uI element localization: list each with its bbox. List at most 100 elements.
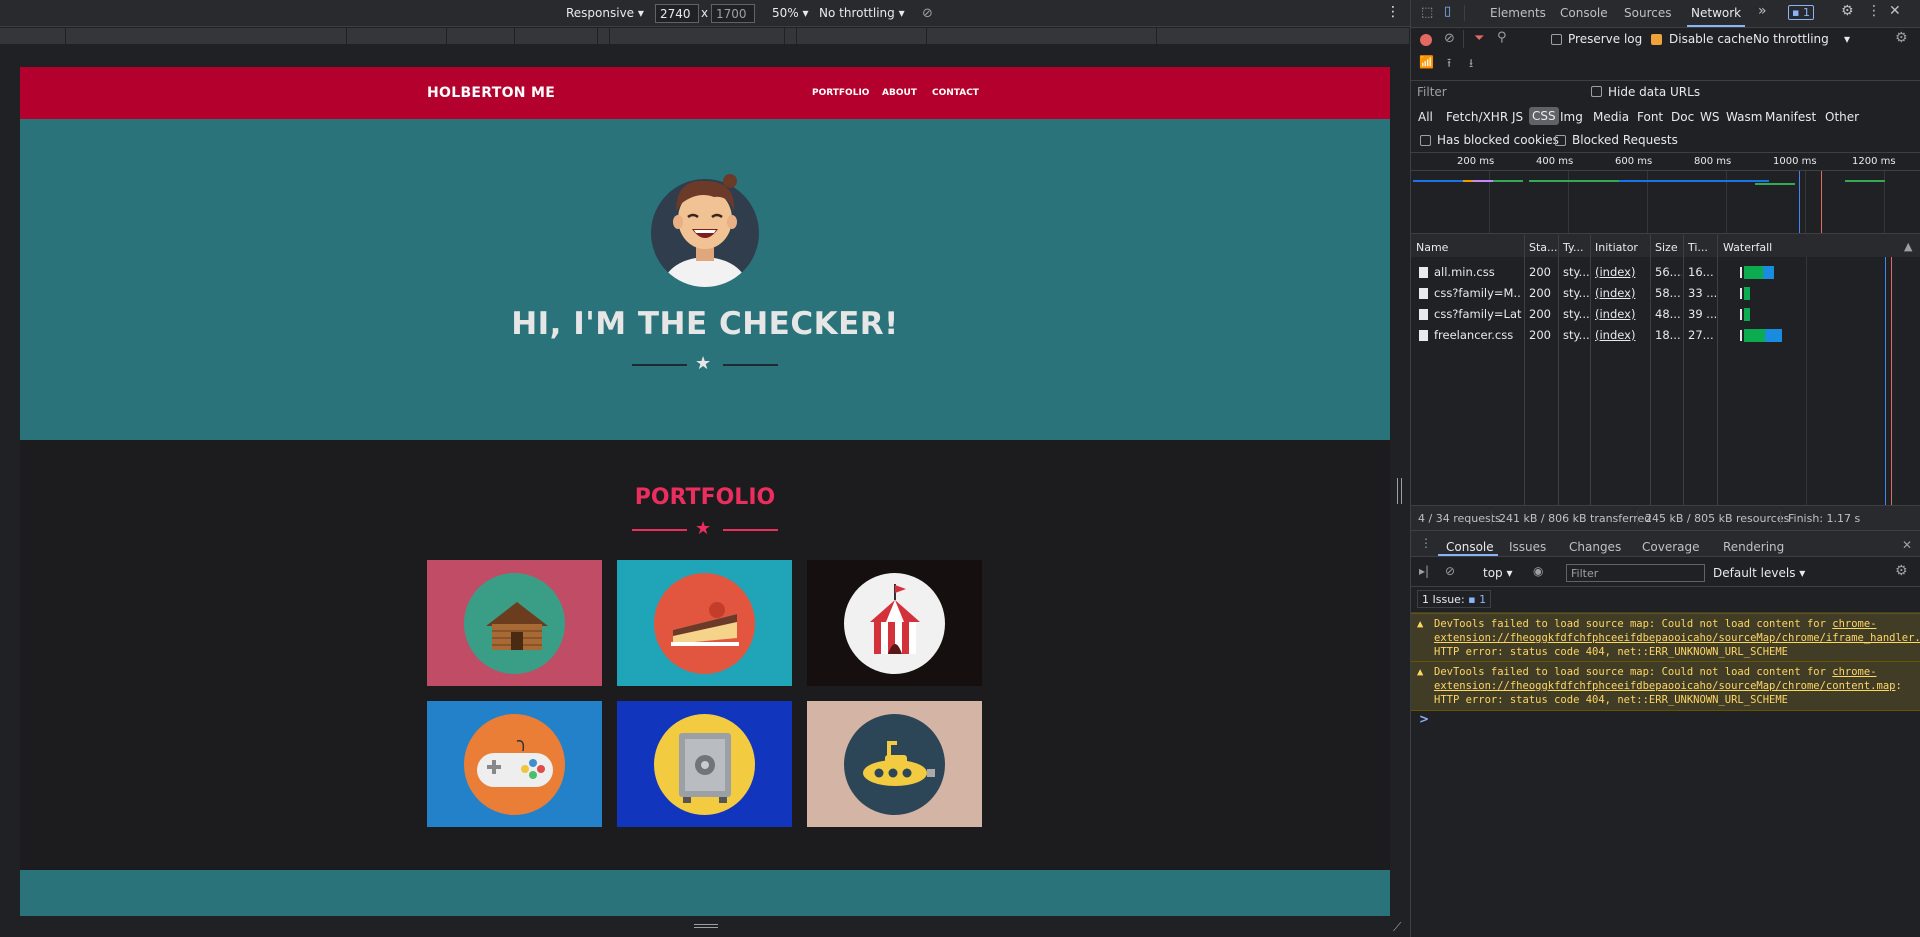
- hide-data-urls-checkbox[interactable]: [1591, 86, 1602, 97]
- console-settings-icon[interactable]: ⚙: [1895, 563, 1908, 579]
- close-drawer-icon[interactable]: ✕: [1902, 538, 1912, 552]
- network-filter-input[interactable]: Filter: [1412, 82, 1598, 102]
- type-font[interactable]: Font: [1637, 110, 1663, 124]
- console-warning: ▲ DevTools failed to load source map: Co…: [1411, 661, 1920, 711]
- waterfall-waiting-bar: [1743, 266, 1763, 279]
- device-toggle-icon[interactable]: ▯: [1444, 4, 1451, 19]
- col-type[interactable]: Ty...: [1563, 241, 1583, 254]
- more-options-icon[interactable]: ⋮: [1386, 4, 1400, 20]
- col-status[interactable]: Sta...: [1529, 241, 1558, 254]
- type-js[interactable]: JS: [1512, 110, 1523, 124]
- zoom-select[interactable]: 50% ▾: [772, 6, 809, 20]
- portfolio-item-cabin[interactable]: [427, 560, 602, 686]
- type-other[interactable]: Other: [1825, 110, 1859, 124]
- device-toolbar: Responsive ▾ x 50% ▾ No throttling ▾ ⊘ ⋮: [0, 0, 1410, 27]
- request-row[interactable]: css?family=M... 200 sty... (index) 58... 33 .…: [1411, 283, 1920, 304]
- request-row[interactable]: css?family=Lat... 200 sty... (index) 48... 39…: [1411, 304, 1920, 325]
- site-brand[interactable]: HOLBERTON ME: [427, 85, 555, 101]
- timeline-tick: 400 ms: [1536, 156, 1574, 167]
- drawer-menu-icon[interactable]: ⋮: [1420, 536, 1432, 550]
- sort-up-icon[interactable]: ▲: [1904, 240, 1912, 253]
- type-wasm[interactable]: Wasm: [1726, 110, 1762, 124]
- height-input[interactable]: [711, 4, 755, 23]
- type-ws[interactable]: WS: [1700, 110, 1719, 124]
- type-media[interactable]: Media: [1593, 110, 1629, 124]
- cell-status: 200: [1529, 286, 1551, 300]
- tab-sources[interactable]: Sources: [1624, 6, 1671, 20]
- tab-console[interactable]: Console: [1560, 6, 1608, 20]
- rotate-icon[interactable]: ⊘: [922, 6, 933, 21]
- blocked-requests-checkbox[interactable]: [1555, 135, 1566, 146]
- waterfall-queue-mark: [1739, 309, 1742, 320]
- drawer-tab-rendering[interactable]: Rendering: [1723, 540, 1784, 554]
- inspect-icon[interactable]: ⬚: [1421, 5, 1433, 20]
- nav-about[interactable]: ABOUT: [882, 88, 917, 98]
- drawer-tab-changes[interactable]: Changes: [1569, 540, 1621, 554]
- has-blocked-cookies-checkbox[interactable]: [1420, 135, 1431, 146]
- settings-icon[interactable]: ⚙: [1841, 3, 1854, 19]
- waterfall-queue-mark: [1739, 330, 1742, 341]
- col-waterfall[interactable]: Waterfall: [1723, 241, 1772, 254]
- type-fetch-xhr[interactable]: Fetch/XHR: [1446, 110, 1508, 124]
- issues-badge[interactable]: ▪ 1: [1788, 5, 1814, 20]
- context-select[interactable]: top ▾: [1483, 566, 1513, 580]
- more-tabs-icon[interactable]: »: [1758, 3, 1767, 19]
- nav-portfolio[interactable]: PORTFOLIO: [812, 88, 869, 98]
- cell-initiator[interactable]: (index): [1595, 307, 1649, 321]
- portfolio-item-circus[interactable]: [807, 560, 982, 686]
- tab-elements[interactable]: Elements: [1490, 6, 1546, 20]
- drawer-tab-console[interactable]: Console: [1446, 540, 1494, 554]
- cell-status: 200: [1529, 307, 1551, 321]
- network-conditions-icon[interactable]: 📶: [1419, 55, 1434, 69]
- request-row[interactable]: freelancer.css 200 sty... (index) 18... 27...: [1411, 325, 1920, 346]
- request-row[interactable]: all.min.css 200 sty... (index) 56.... 16...: [1411, 262, 1920, 283]
- sidebar-toggle-icon[interactable]: ▸|: [1419, 564, 1429, 578]
- type-img[interactable]: Img: [1560, 110, 1583, 124]
- tab-network[interactable]: Network: [1691, 6, 1741, 20]
- portfolio-item-safe[interactable]: [617, 701, 792, 827]
- search-icon[interactable]: ⚲: [1497, 30, 1507, 45]
- col-initiator[interactable]: Initiator: [1595, 241, 1638, 254]
- col-time[interactable]: Ti...: [1688, 241, 1708, 254]
- hero-section: HI, I'M THE CHECKER! ★: [20, 119, 1390, 440]
- type-manifest[interactable]: Manifest: [1765, 110, 1816, 124]
- avatar: [651, 174, 759, 287]
- portfolio-item-cake[interactable]: [617, 560, 792, 686]
- cell-size: 58...: [1655, 286, 1681, 300]
- throttling-select[interactable]: No throttling ▾: [819, 6, 905, 20]
- drawer-tab-issues[interactable]: Issues: [1509, 540, 1546, 554]
- portfolio-item-submarine[interactable]: [807, 701, 982, 827]
- cell-status: 200: [1529, 265, 1551, 279]
- resize-handle-icon[interactable]: ⟋: [1393, 920, 1401, 935]
- star-icon: ★: [695, 518, 712, 539]
- cell-initiator[interactable]: (index): [1595, 328, 1649, 342]
- close-icon[interactable]: ✕: [1889, 3, 1901, 19]
- clear-console-icon[interactable]: ⊘: [1445, 564, 1455, 578]
- width-input[interactable]: [655, 4, 699, 23]
- live-expression-icon[interactable]: ◉: [1533, 564, 1543, 578]
- issues-counter[interactable]: 1 Issue: ▪ 1: [1417, 590, 1492, 608]
- device-select[interactable]: Responsive ▾: [566, 6, 644, 20]
- page-viewport: HOLBERTON ME PORTFOLIO ABOUT CONTACT HI,…: [20, 67, 1390, 916]
- vertical-resize-handle[interactable]: [1397, 478, 1402, 504]
- document-icon: [1419, 267, 1428, 278]
- col-size[interactable]: Size: [1655, 241, 1678, 254]
- network-overview[interactable]: 200 ms 400 ms 600 ms 800 ms 1000 ms 1200…: [1411, 153, 1920, 233]
- console-filter-input[interactable]: Filter: [1566, 564, 1705, 582]
- drawer-tab-coverage[interactable]: Coverage: [1642, 540, 1700, 554]
- portfolio-item-game-controller[interactable]: [427, 701, 602, 827]
- console-prompt[interactable]: >: [1419, 712, 1429, 726]
- cell-initiator[interactable]: (index): [1595, 265, 1649, 279]
- type-css[interactable]: CSS: [1529, 107, 1559, 125]
- cell-size: 56....: [1655, 265, 1682, 279]
- col-name[interactable]: Name: [1416, 241, 1448, 254]
- cell-initiator[interactable]: (index): [1595, 286, 1649, 300]
- type-doc[interactable]: Doc: [1671, 110, 1694, 124]
- export-har-icon[interactable]: ⭳: [1469, 54, 1473, 75]
- type-all[interactable]: All: [1418, 110, 1433, 124]
- nav-contact[interactable]: CONTACT: [932, 88, 979, 98]
- more-options-icon[interactable]: ⋮: [1867, 3, 1881, 19]
- import-har-icon[interactable]: ⭱: [1447, 54, 1451, 75]
- media-query-bar[interactable]: [0, 28, 1410, 44]
- log-levels-select[interactable]: Default levels ▾: [1713, 566, 1805, 580]
